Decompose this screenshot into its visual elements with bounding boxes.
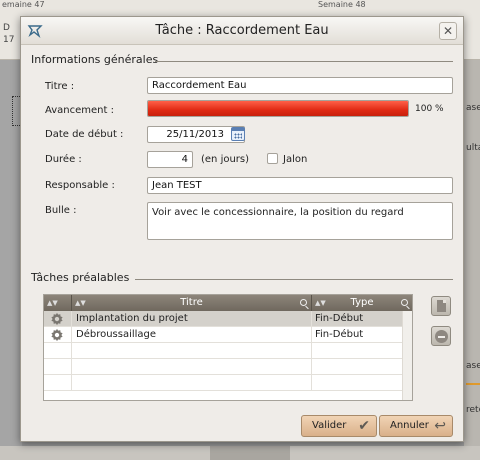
- background-right-panel: [464, 60, 480, 460]
- table-row-empty[interactable]: [44, 375, 412, 391]
- duree-unit: (en jours): [201, 154, 250, 165]
- row-type: Fin-Début: [315, 313, 364, 324]
- week-48-label: Semaine 48: [318, 0, 366, 9]
- task-dialog: Tâche : Raccordement Eau ✕ Informations …: [20, 16, 464, 442]
- column-header-titre[interactable]: ▲▼ Titre: [72, 295, 312, 311]
- column-header-type[interactable]: ▲▼ Type: [312, 295, 412, 311]
- duree-field[interactable]: 4: [147, 151, 193, 168]
- avancement-label: Avancement :: [45, 105, 114, 116]
- bulle-label: Bulle :: [45, 205, 77, 216]
- validate-label: Valider: [312, 420, 347, 431]
- validate-button[interactable]: Valider ✔: [301, 415, 377, 437]
- row-type: Fin-Début: [315, 329, 364, 340]
- checkmark-icon: ✔: [358, 418, 370, 434]
- table-row-empty[interactable]: [44, 343, 412, 359]
- new-document-icon: [437, 300, 446, 312]
- background-fragment: ase: [466, 361, 480, 371]
- predecessors-table: ▲▼ ▲▼ Titre ▲▼ Type Implantation du proj…: [43, 294, 413, 401]
- gear-icon: [51, 312, 63, 326]
- row-type-select[interactable]: Fin-Début ▼: [312, 311, 412, 326]
- day-number: 17: [3, 35, 15, 45]
- cancel-label: Annuler: [390, 420, 429, 431]
- undo-arrow-icon: ↩: [434, 418, 446, 434]
- day-column-header: D 17: [3, 22, 14, 46]
- table-row[interactable]: Débroussaillage Fin-Début: [44, 327, 412, 343]
- jalon-checkbox[interactable]: [267, 153, 278, 164]
- table-row[interactable]: Implantation du projet Fin-Début ▼: [44, 311, 412, 327]
- dialog-title: Tâche : Raccordement Eau: [155, 23, 329, 38]
- search-icon[interactable]: [401, 299, 408, 306]
- column-header-icon[interactable]: ▲▼: [44, 295, 72, 311]
- calendar-icon[interactable]: [231, 127, 245, 141]
- close-button[interactable]: ✕: [439, 22, 457, 40]
- section-divider: [135, 279, 453, 280]
- gear-icon: [51, 328, 63, 342]
- progress-fill: [148, 101, 408, 116]
- jalon-label: Jalon: [283, 154, 308, 165]
- titre-field[interactable]: Raccordement Eau: [147, 77, 453, 94]
- day-letter: D: [3, 23, 10, 33]
- titre-label: Titre :: [45, 81, 75, 92]
- remove-predecessor-button[interactable]: [431, 326, 451, 346]
- date-label: Date de début :: [45, 129, 124, 140]
- close-icon: ✕: [442, 24, 454, 38]
- background-orange-mark: [466, 383, 480, 385]
- responsable-field[interactable]: Jean TEST: [147, 177, 453, 194]
- table-header: ▲▼ ▲▼ Titre ▲▼ Type: [44, 295, 412, 311]
- week-47-label: emaine 47: [2, 0, 45, 9]
- sort-icon: ▲▼: [75, 299, 86, 307]
- row-title: Débroussaillage: [72, 327, 312, 342]
- remove-icon: [435, 330, 448, 343]
- search-icon[interactable]: [300, 299, 307, 306]
- table-row-empty[interactable]: [44, 359, 412, 375]
- column-header-label: Type: [350, 297, 374, 308]
- dialog-titlebar[interactable]: Tâche : Raccordement Eau ✕: [21, 17, 463, 45]
- table-scrollbar[interactable]: [402, 311, 412, 400]
- avancement-progress-bar[interactable]: [147, 100, 409, 117]
- background-fragment: ulta: [466, 143, 480, 153]
- bulle-textarea[interactable]: Voir avec le concessionnaire, la positio…: [147, 202, 453, 240]
- responsable-label: Responsable :: [45, 180, 115, 191]
- section-divider: [155, 61, 453, 62]
- avancement-percent: 100 %: [415, 104, 444, 114]
- row-title: Implantation du projet: [72, 311, 312, 326]
- row-type-select[interactable]: Fin-Début: [312, 327, 412, 342]
- predecessors-section-title: Tâches préalables: [31, 271, 130, 284]
- column-header-label: Titre: [180, 297, 203, 308]
- background-footer-tab: [210, 446, 290, 460]
- background-fragment: ase: [466, 103, 480, 113]
- sort-icon: ▲▼: [47, 299, 58, 307]
- add-predecessor-button[interactable]: [431, 296, 451, 316]
- general-section-title: Informations générales: [31, 53, 159, 66]
- cancel-button[interactable]: Annuler ↩: [379, 415, 453, 437]
- sort-icon: ▲▼: [315, 299, 326, 307]
- background-fragment: rete: [466, 405, 480, 415]
- duree-label: Durée :: [45, 154, 82, 165]
